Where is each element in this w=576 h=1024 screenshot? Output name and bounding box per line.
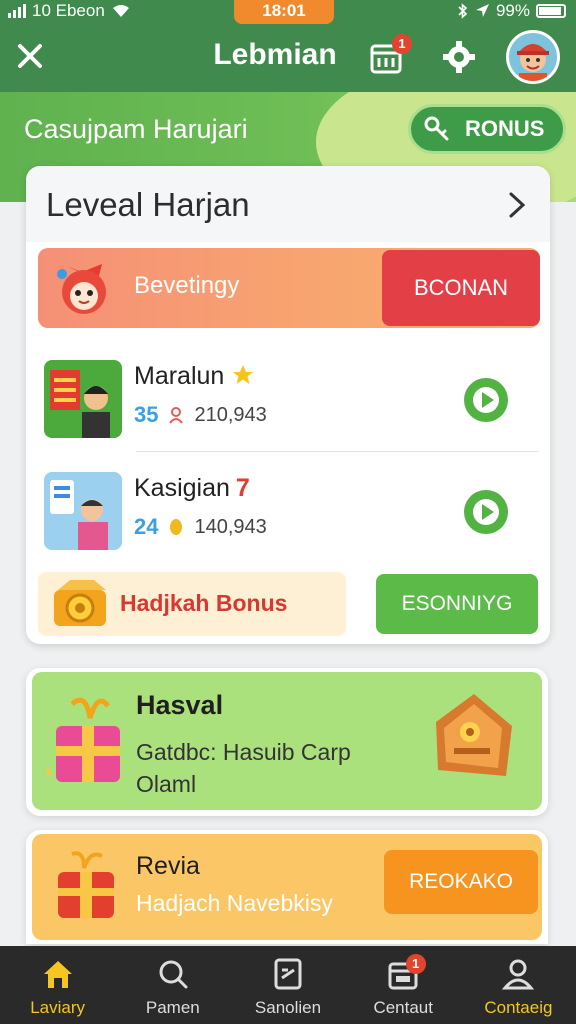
card-title: Leveal Harjan — [46, 186, 250, 223]
promo-label: Bevetingy — [134, 272, 240, 299]
game-count: 24 — [134, 514, 159, 539]
bottom-nav: Laviary Pamen Sanolien 1 Centaut Contaei… — [0, 946, 576, 1024]
nav-badge: 1 — [405, 954, 426, 974]
gear-icon — [443, 41, 475, 73]
person-icon — [502, 959, 535, 990]
gift-card-body: Hasval Gatdbc: Hasuib Carp Olaml — [32, 672, 542, 810]
players-icon — [169, 407, 184, 424]
page-title: Lebmian — [213, 38, 337, 71]
promo-button[interactable]: BCONAN — [382, 250, 540, 326]
avatar-image — [517, 44, 549, 81]
avatar[interactable] — [506, 30, 560, 84]
game-thumbnail — [44, 472, 122, 550]
mascot-icon — [57, 264, 106, 314]
divider — [136, 451, 538, 452]
game-thumbnail-image — [44, 360, 122, 438]
red-gift-icon — [58, 851, 114, 918]
game-name-mark: 7 — [235, 474, 250, 502]
status-bar: 10 Ebeon 18:01 99% — [0, 0, 576, 26]
player-count: 140,943 — [194, 515, 267, 538]
nav-item-profile[interactable]: Contaeig — [461, 946, 576, 1024]
search-icon — [159, 960, 188, 989]
star-icon — [233, 365, 254, 384]
close-icon — [18, 44, 42, 68]
bonus-pill-label: RONUS — [465, 116, 545, 141]
bonus-claim-button[interactable]: ESONNIYG — [376, 574, 538, 634]
nav-item-contact[interactable]: 1 Centaut — [346, 946, 461, 1024]
banner-title: Casujpam Harujari — [24, 114, 248, 144]
ticket-icon — [436, 694, 512, 776]
bluetooth-icon — [458, 3, 468, 19]
nav-item-solution[interactable]: Sanolien — [230, 946, 345, 1024]
play-icon[interactable] — [462, 488, 510, 536]
game-thumbnail-image — [44, 472, 122, 550]
reward-card-body: Revia Hadjach Navebkisy REOKAKO — [32, 834, 542, 940]
nav-label: Pamen — [145, 998, 200, 1017]
wifi-icon — [112, 5, 129, 17]
location-icon — [475, 4, 489, 17]
game-stats: 35 210,943 — [134, 402, 267, 428]
home-icon — [43, 961, 72, 988]
status-time: 18:01 — [234, 0, 334, 24]
nav-label: Contaeig — [484, 998, 553, 1017]
app-bar: Lebmian 1 — [0, 26, 576, 92]
gift-card[interactable]: Hasval Gatdbc: Hasuib Carp Olaml — [26, 668, 548, 816]
nav-item-search[interactable]: Pamen — [115, 946, 230, 1024]
nav-label: Sanolien — [254, 998, 322, 1017]
settings-button[interactable] — [440, 38, 478, 76]
clipboard-icon — [274, 958, 302, 990]
battery-icon — [536, 4, 566, 18]
coin-icon — [170, 519, 183, 535]
bonus-row: Hadjkah Bonus — [38, 572, 346, 636]
game-row[interactable]: Kasigian 7 24 140,943 — [38, 466, 540, 562]
nav-label: Laviary — [30, 998, 85, 1017]
gift-box-icon — [46, 697, 120, 782]
bonus-pill-button[interactable]: RONUS — [408, 104, 566, 154]
chevron-right-icon — [509, 192, 526, 218]
game-name: Kasigian 7 — [134, 474, 250, 503]
nav-label: Centaut — [373, 998, 433, 1017]
player-count: 210,943 — [194, 403, 267, 426]
game-thumbnail — [44, 360, 122, 438]
close-button[interactable] — [12, 38, 48, 74]
status-left: 10 Ebeon — [8, 1, 131, 21]
play-icon[interactable] — [462, 376, 510, 424]
calendar-badge: 1 — [392, 34, 412, 54]
bonus-label: Hadjkah Bonus — [120, 590, 288, 616]
gift-card-title: Hasval — [136, 690, 224, 720]
treasure-chest-icon — [54, 580, 106, 626]
game-name-text: Maralun — [134, 362, 225, 390]
nav-item-library[interactable]: Laviary — [0, 946, 115, 1024]
reward-card-title: Revia — [136, 852, 200, 880]
promo-row: Bevetingy BCONAN — [38, 248, 540, 328]
game-count: 35 — [134, 402, 159, 427]
key-icon — [424, 116, 449, 141]
reward-card[interactable]: Revia Hadjach Navebkisy REOKAKO — [26, 830, 548, 944]
game-name: Maralun — [134, 362, 255, 391]
gift-card-description: Gatdbc: Hasuib Carp Olaml — [136, 739, 351, 797]
reward-card-description: Hadjach Navebkisy — [136, 890, 333, 916]
battery-percent: 99% — [495, 1, 530, 20]
game-row[interactable]: Maralun 35 210,943 — [38, 354, 540, 450]
calendar-button[interactable]: 1 — [368, 34, 412, 76]
signal-icon — [8, 4, 26, 18]
game-name-text: Kasigian — [134, 474, 230, 502]
level-card: Leveal Harjan Bevetingy BCONAN Maralun 3… — [26, 166, 550, 644]
carrier-text: 10 Ebeon — [32, 1, 105, 20]
status-right: 99% — [458, 1, 566, 21]
game-stats: 24 140,943 — [134, 514, 267, 540]
reward-claim-button[interactable]: REOKAKO — [384, 850, 538, 914]
card-header[interactable]: Leveal Harjan — [26, 166, 550, 242]
